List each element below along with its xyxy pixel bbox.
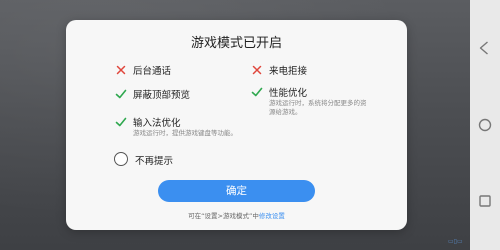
dialog-title: 游戏模式已开启 <box>190 36 282 51</box>
check-icon <box>251 87 263 97</box>
navigation-bar <box>470 0 500 250</box>
home-icon[interactable] <box>477 117 493 133</box>
check-icon <box>115 117 127 127</box>
recent-apps-icon[interactable] <box>477 193 493 209</box>
settings-hint: 可在“设置>游戏模式”中修改设置 <box>66 210 407 220</box>
game-mode-dialog: 游戏模式已开启 后台通话 来电拒接 屏蔽顶部预览 性能优化 游戏运行时，系统将分… <box>66 20 407 230</box>
dont-show-again-checkbox[interactable] <box>114 152 128 166</box>
option-description: 游戏运行时，系统将分配更多的资源给游戏。 <box>269 99 367 116</box>
watermark-logo: ▭▯▭ <box>448 238 463 245</box>
check-icon <box>115 89 127 99</box>
cross-icon <box>252 65 262 75</box>
confirm-button[interactable]: 确定 <box>158 180 315 202</box>
option-label: 屏蔽顶部预览 <box>133 90 191 101</box>
option-label: 来电拒接 <box>269 66 308 77</box>
option-label: 后台通话 <box>133 66 172 77</box>
option-label: 性能优化 <box>269 88 308 99</box>
settings-hint-text: 可在“设置>游戏模式”中 <box>188 212 259 220</box>
back-icon[interactable] <box>477 40 493 56</box>
modify-settings-link[interactable]: 修改设置 <box>259 212 285 220</box>
option-label: 输入法优化 <box>133 118 181 129</box>
option-description: 游戏运行时，提供游戏键盘等功能。 <box>133 129 237 137</box>
cross-icon <box>116 65 126 75</box>
dont-show-again-label[interactable]: 不再提示 <box>135 153 173 167</box>
